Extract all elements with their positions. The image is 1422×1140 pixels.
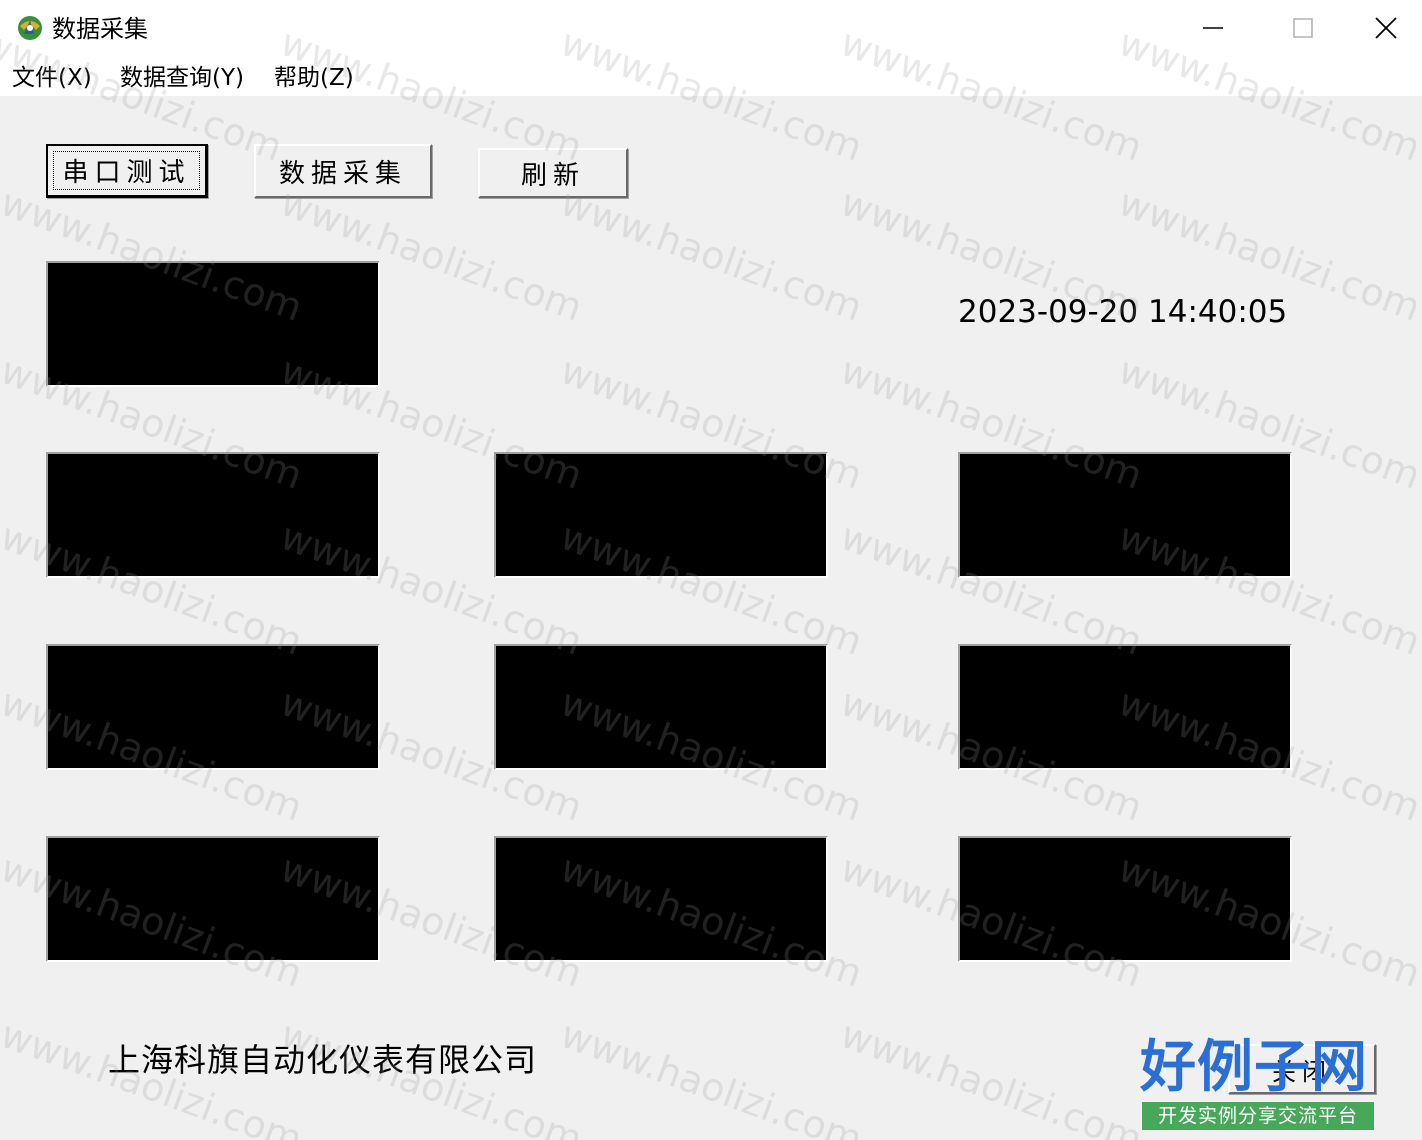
minimize-button[interactable] [1168,0,1258,56]
display-panel [46,452,380,578]
close-icon [1375,17,1397,39]
display-panel [494,644,828,770]
menu-data-query[interactable]: 数据查询(Y) [120,64,244,92]
logo-sub-text: 开发实例分享交流平台 [1142,1102,1374,1130]
display-panel [494,836,828,962]
company-label: 上海科旗自动化仪表有限公司 [108,1041,538,1079]
menu-file[interactable]: 文件(X) [12,64,92,92]
serial-test-button[interactable]: 串口测试 [46,144,208,198]
menu-help[interactable]: 帮助(Z) [274,64,354,92]
logo-main-text: 好例子网 [1140,1034,1368,1100]
data-collect-button[interactable]: 数据采集 [254,144,432,198]
watermark-text: www.haolizi.com [554,180,869,330]
display-panel [46,644,380,770]
focus-rect [53,151,200,190]
title-bar[interactable]: 数据采集 [0,0,1422,56]
window-title: 数据采集 [52,15,148,43]
display-panel [958,644,1292,770]
display-panel [958,452,1292,578]
site-logo: 好例子网 开发实例分享交流平台 [1140,1036,1376,1132]
display-panel [46,836,380,962]
minimize-icon [1203,27,1223,29]
watermark-text: www.haolizi.com [834,1012,1149,1140]
watermark-text: www.haolizi.com [554,1012,869,1140]
display-panel [958,836,1292,962]
data-collect-label: 数据采集 [278,158,407,189]
menu-bar: 文件(X) 数据查询(Y) 帮助(Z) [0,56,1422,96]
maximize-button[interactable] [1258,0,1348,56]
maximize-icon [1293,18,1313,38]
app-icon [18,16,42,40]
close-window-button[interactable] [1350,0,1422,56]
refresh-label: 刷新 [520,160,585,191]
datetime-display: 2023-09-20 14:40:05 [958,294,1288,330]
refresh-button[interactable]: 刷新 [478,148,628,198]
display-panel-main [46,261,380,387]
app-window: 数据采集 文件(X) 数据查询(Y) 帮助(Z) 串口测试 数据采集 刷新 20… [0,0,1422,1140]
display-panel [494,452,828,578]
